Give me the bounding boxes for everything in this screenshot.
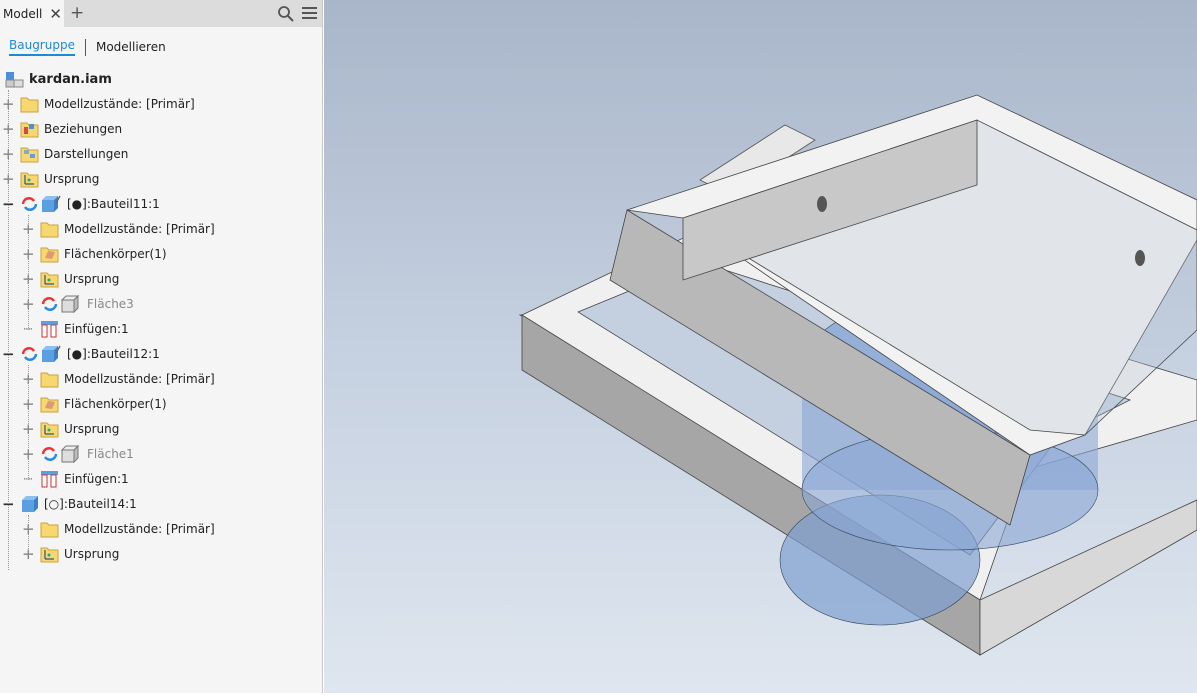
divider — [84, 38, 86, 56]
tree-item-label: Ursprung — [64, 547, 120, 561]
tree-item[interactable]: Ursprung — [40, 418, 119, 440]
part-plain-icon — [20, 495, 39, 513]
tree-item-label: Ursprung — [44, 172, 100, 186]
tree-item[interactable]: Modellzustände: [Primär] — [40, 368, 215, 390]
tab-modell[interactable]: Modell ✕ — [0, 0, 64, 27]
tree-item-label: Fläche1 — [87, 447, 134, 461]
folder-icon — [40, 521, 59, 538]
tree-item-label: Einfügen:1 — [64, 472, 129, 486]
tab-label: Modell — [3, 6, 43, 21]
origin-folder-icon — [40, 271, 59, 288]
tab-baugruppe[interactable]: Baugruppe — [9, 38, 75, 56]
tree-item[interactable]: Ursprung — [40, 268, 119, 290]
tree-item[interactable]: Darstellungen — [20, 143, 128, 165]
tree-item[interactable]: Einfügen:1 — [40, 468, 129, 490]
close-icon[interactable]: ✕ — [49, 5, 62, 23]
surface-body-folder-icon — [40, 396, 59, 413]
3d-viewport[interactable] — [324, 0, 1197, 693]
assembly-icon — [5, 71, 24, 88]
tree-item-label: [●]:Bauteil11:1 — [67, 197, 160, 211]
model-browser: Modell ✕ + Baugruppe Modellieren kardan.i… — [0, 0, 323, 693]
tab-bar: Modell ✕ + — [0, 0, 322, 27]
tree-item-label: Einfügen:1 — [64, 322, 129, 336]
tree-item-label: Ursprung — [64, 422, 120, 436]
origin-folder-icon — [40, 421, 59, 438]
tree-item[interactable]: Fläche1 — [40, 443, 134, 465]
tree-item[interactable]: [○]:Bauteil14:1 — [20, 493, 137, 515]
tree-item-label: kardan.iam — [29, 71, 112, 87]
hole — [817, 196, 827, 212]
origin-folder-icon — [20, 171, 39, 188]
tree-item[interactable]: [●]:Bauteil12:1 — [20, 343, 160, 365]
relationships-folder-icon — [20, 121, 39, 138]
surface-icon — [40, 445, 82, 463]
tree-item-label: [●]:Bauteil12:1 — [67, 347, 160, 361]
tree-item-label: Darstellungen — [44, 147, 129, 161]
tree-item[interactable]: Fläche3 — [40, 293, 134, 315]
search-icon[interactable] — [277, 5, 294, 22]
tree-item-label: Flächenkörper(1) — [64, 397, 167, 411]
folder-icon — [20, 96, 39, 113]
tree-item-label: Modellzustände: [Primär] — [64, 222, 215, 236]
tree-item-label: Modellzustände: [Primär] — [64, 522, 215, 536]
tree-item-label: Flächenkörper(1) — [64, 247, 167, 261]
tree-item-label: Ursprung — [64, 272, 120, 286]
tree-item[interactable]: [●]:Bauteil11:1 — [20, 193, 160, 215]
origin-folder-icon — [40, 546, 59, 563]
tree-item[interactable]: Beziehungen — [20, 118, 122, 140]
part-icon — [20, 345, 62, 363]
tree-item-label: Beziehungen — [44, 122, 123, 136]
representations-folder-icon — [20, 146, 39, 163]
tree-guide-line — [28, 515, 29, 555]
tree-item-label: Modellzustände: [Primär] — [44, 97, 195, 111]
tree-item[interactable]: Ursprung — [20, 168, 99, 190]
tree-item-label: Fläche3 — [87, 297, 134, 311]
tree-item[interactable]: Flächenkörper(1) — [40, 393, 167, 415]
part-icon — [20, 195, 62, 213]
tree-item[interactable]: Ursprung — [40, 543, 119, 565]
folder-icon — [40, 221, 59, 238]
surface-icon — [40, 295, 82, 313]
surface-body-folder-icon — [40, 246, 59, 263]
tree-item[interactable]: Einfügen:1 — [40, 318, 129, 340]
insert-constraint-icon — [40, 470, 59, 488]
tree-item-label: Modellzustände: [Primär] — [64, 372, 215, 386]
tree-item-label: [○]:Bauteil14:1 — [44, 497, 137, 511]
tree-guide-line — [28, 215, 29, 330]
tree-item[interactable]: Modellzustände: [Primär] — [40, 518, 215, 540]
tree-item[interactable]: Flächenkörper(1) — [40, 243, 167, 265]
add-tab-icon[interactable]: + — [70, 3, 84, 23]
model-render — [518, 94, 1197, 656]
folder-icon — [40, 371, 59, 388]
hole — [1135, 250, 1145, 266]
tree-guide-line — [8, 90, 9, 570]
insert-constraint-icon — [40, 320, 59, 338]
tab-modellieren[interactable]: Modellieren — [96, 40, 166, 54]
tree-item[interactable]: kardan.iam — [5, 68, 112, 90]
tree-item[interactable]: Modellzustände: [Primär] — [20, 93, 195, 115]
tree-guide-line — [28, 365, 29, 480]
tree-item[interactable]: Modellzustände: [Primär] — [40, 218, 215, 240]
menu-icon[interactable] — [302, 7, 317, 20]
